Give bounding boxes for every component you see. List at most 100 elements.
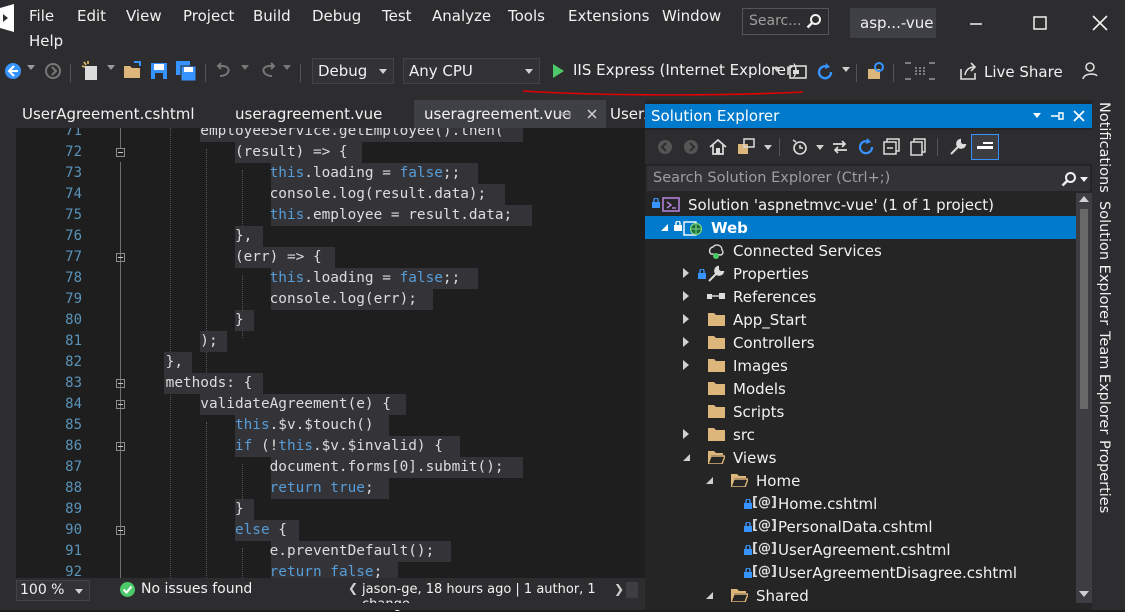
- menu-debug[interactable]: Debug: [312, 7, 361, 25]
- collapse-region-icon[interactable]: [116, 379, 125, 388]
- pin-icon[interactable]: [1050, 109, 1064, 123]
- tab-notifications[interactable]: Notifications: [1096, 102, 1112, 193]
- tree-item-connected-services[interactable]: Connected Services: [645, 239, 1076, 262]
- tab-properties[interactable]: Properties: [1096, 440, 1112, 513]
- back-icon[interactable]: [656, 138, 674, 156]
- menu-view[interactable]: View: [126, 7, 162, 25]
- run-play-icon[interactable]: [548, 61, 570, 83]
- forward-icon[interactable]: [682, 138, 700, 156]
- code-line[interactable]: return true;: [131, 478, 374, 499]
- tab-useragreement-cshtml[interactable]: UserAgreement.cshtml: [12, 100, 202, 128]
- code-line[interactable]: },: [131, 226, 252, 247]
- code-line[interactable]: this.loading = false;;: [131, 268, 461, 289]
- code-line[interactable]: console.log(err);: [131, 289, 417, 310]
- new-project-icon[interactable]: [80, 60, 102, 82]
- preview-selected-items-button[interactable]: [971, 134, 999, 160]
- refresh-icon[interactable]: [814, 61, 836, 83]
- close-icon[interactable]: [1072, 109, 1086, 123]
- sync-with-document-icon[interactable]: [830, 137, 850, 157]
- tree-item-views[interactable]: Views: [645, 446, 1076, 469]
- menu-project[interactable]: Project: [183, 7, 234, 25]
- search-input[interactable]: Searc...: [742, 8, 829, 35]
- solution-explorer-search-input[interactable]: Search Solution Explorer (Ctrl+;): [647, 166, 1090, 191]
- tree-item-web-project[interactable]: Web: [645, 216, 1076, 239]
- tree-item-images[interactable]: Images: [645, 354, 1076, 377]
- code-line[interactable]: methods: {: [131, 373, 253, 394]
- minimize-icon[interactable]: [961, 8, 991, 38]
- collapse-all-icon[interactable]: [882, 137, 902, 157]
- code-line[interactable]: validateAgreement(e) {: [131, 394, 391, 415]
- back-dropdown-icon[interactable]: [27, 65, 35, 70]
- tree-item-references[interactable]: References: [645, 285, 1076, 308]
- code-line[interactable]: }: [131, 499, 244, 520]
- tab-team-explorer[interactable]: Team Explorer: [1096, 331, 1112, 434]
- expanded-arrow-icon[interactable]: [706, 477, 713, 484]
- collapsed-arrow-icon[interactable]: [683, 291, 689, 301]
- menu-edit[interactable]: Edit: [77, 7, 106, 25]
- menu-build[interactable]: Build: [253, 7, 291, 25]
- maximize-icon[interactable]: [1025, 8, 1055, 38]
- navigate-forward-icon[interactable]: [42, 60, 64, 82]
- open-folder-icon[interactable]: [122, 60, 144, 82]
- chevron-down-icon[interactable]: [1080, 177, 1088, 182]
- properties-wrench-icon[interactable]: [948, 137, 968, 157]
- save-icon[interactable]: [148, 60, 170, 82]
- tree-item-useragreementdisagree-cshtml[interactable]: [@] UserAgreementDisagree.cshtml: [645, 561, 1076, 584]
- new-dropdown-icon[interactable]: [107, 65, 115, 70]
- code-line[interactable]: this.employee = result.data;: [131, 205, 513, 226]
- zoom-dropdown[interactable]: 100 %: [16, 580, 90, 601]
- tree-item-models[interactable]: Models: [645, 377, 1076, 400]
- pin-icon[interactable]: [561, 108, 573, 120]
- expanded-arrow-icon[interactable]: [706, 592, 713, 599]
- tree-item-scripts[interactable]: Scripts: [645, 400, 1076, 423]
- tree-item-properties[interactable]: Properties: [645, 262, 1076, 285]
- issues-status[interactable]: No issues found: [141, 581, 252, 597]
- undo-dropdown-icon[interactable]: [241, 65, 249, 70]
- switch-views-icon[interactable]: [736, 137, 758, 157]
- code-line[interactable]: this.$v.$touch(): [131, 415, 374, 436]
- navigate-back-icon[interactable]: [2, 60, 24, 82]
- code-line[interactable]: else {: [131, 520, 287, 541]
- tree-item-personaldata-cshtml[interactable]: [@] PersonalData.cshtml: [645, 515, 1076, 538]
- tree-item-src[interactable]: src: [645, 423, 1076, 446]
- code-line[interactable]: (result) => {: [131, 142, 348, 163]
- chevron-down-icon[interactable]: [816, 145, 824, 150]
- scrollbar-thumb[interactable]: [1080, 209, 1088, 409]
- code-line[interactable]: return false;: [131, 562, 383, 578]
- code-line[interactable]: this.loading = false;;: [131, 163, 461, 184]
- tab-solution-explorer[interactable]: Solution Explorer: [1096, 201, 1112, 325]
- feedback-person-icon[interactable]: [1080, 60, 1102, 82]
- tree-item-home-folder[interactable]: Home: [645, 469, 1076, 492]
- pending-changes-filter-icon[interactable]: [790, 137, 810, 157]
- menu-tools[interactable]: Tools: [508, 7, 545, 25]
- menu-window[interactable]: Window: [662, 7, 721, 25]
- panel-menu-icon[interactable]: [1033, 113, 1041, 118]
- close-icon[interactable]: [1085, 8, 1115, 38]
- menu-test[interactable]: Test: [382, 7, 412, 25]
- code-line[interactable]: );: [131, 331, 217, 352]
- breakpoints-icon[interactable]: [903, 60, 937, 82]
- code-line[interactable]: employeeService.getEmployee().then(: [131, 128, 503, 142]
- split-handle[interactable]: [626, 582, 638, 598]
- chevron-left-icon[interactable]: ❮: [348, 581, 358, 595]
- refresh-dropdown-icon[interactable]: [842, 67, 850, 72]
- chevron-right-icon[interactable]: ❯: [614, 582, 624, 596]
- find-in-files-icon[interactable]: [865, 61, 887, 83]
- redo-dropdown-icon[interactable]: [283, 65, 291, 70]
- scroll-down-icon[interactable]: [1079, 591, 1089, 597]
- solution-explorer-scrollbar[interactable]: [1076, 193, 1092, 603]
- collapse-region-icon[interactable]: [116, 253, 125, 262]
- tree-item-controllers[interactable]: Controllers: [645, 331, 1076, 354]
- collapse-region-icon[interactable]: [116, 526, 125, 535]
- menu-analyze[interactable]: Analyze: [432, 7, 491, 25]
- configuration-dropdown[interactable]: Debug: [312, 58, 394, 84]
- close-tab-icon[interactable]: [586, 108, 598, 120]
- expanded-arrow-icon[interactable]: [683, 454, 690, 461]
- run-target-dropdown-icon[interactable]: [773, 67, 781, 72]
- menu-file[interactable]: File: [29, 7, 54, 25]
- code-line[interactable]: },: [131, 352, 183, 373]
- collapsed-arrow-icon[interactable]: [683, 360, 689, 370]
- collapsed-arrow-icon[interactable]: [683, 337, 689, 347]
- menu-help[interactable]: Help: [29, 32, 63, 50]
- platform-dropdown[interactable]: Any CPU: [403, 58, 540, 84]
